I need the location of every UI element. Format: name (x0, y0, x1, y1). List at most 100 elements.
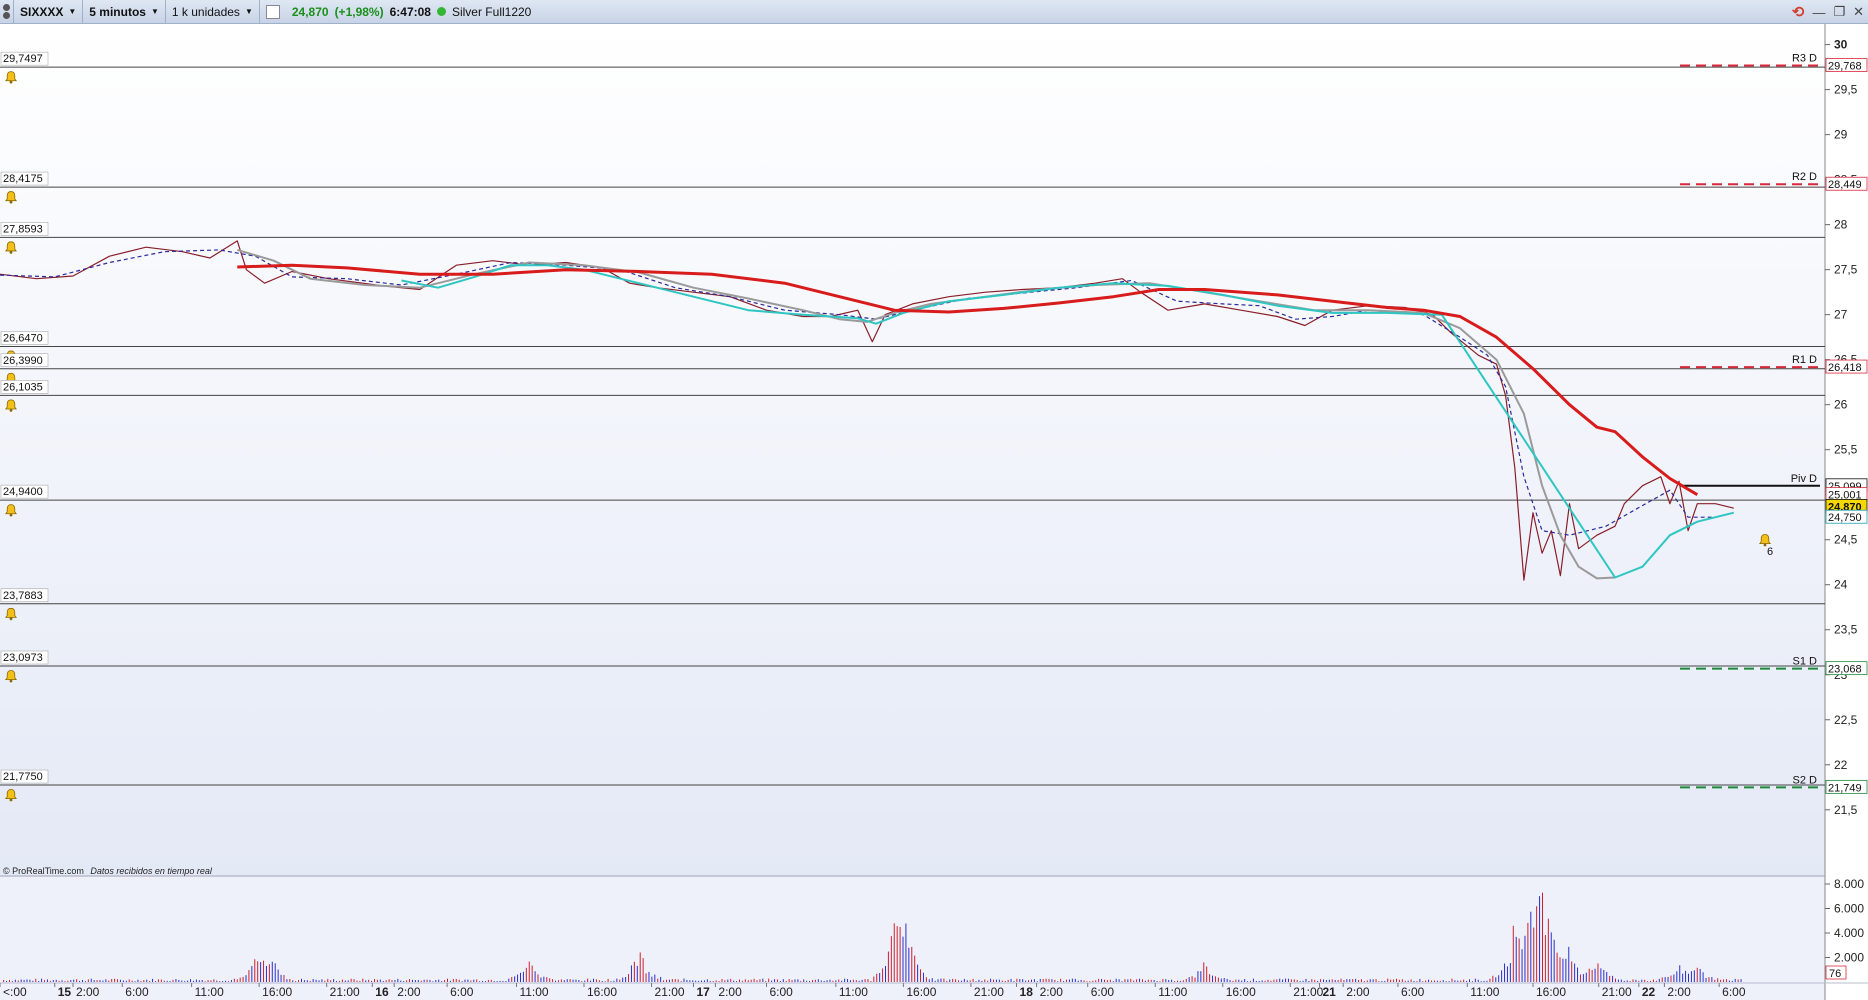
chevron-down-icon: ▼ (68, 7, 77, 16)
trading-chart-window: SIXXXX ▼ 5 minutos ▼ 1 k unidades ▼ 24,8… (0, 0, 1868, 1000)
pivot-value: 28,449 (1828, 179, 1862, 191)
x-tick-label: 17 (697, 985, 711, 999)
minimize-icon[interactable]: — (1812, 5, 1825, 20)
level-label: 21,7750 (3, 771, 43, 783)
realtime-label: Datos recibidos en tiempo real (90, 866, 213, 876)
x-tick-label: 21 (1322, 985, 1336, 999)
y-tick-label: 22 (1834, 758, 1848, 772)
chevron-down-icon: ▼ (150, 7, 159, 16)
y-tick-label: 27,5 (1834, 263, 1858, 277)
x-tick-label: 15 (58, 985, 72, 999)
x-tick-label: 18 (1020, 985, 1034, 999)
drag-handle-icon[interactable] (0, 0, 14, 24)
y-tick-label: 22,5 (1834, 713, 1858, 727)
x-tick-label: 16:00 (906, 985, 936, 999)
interval-label: 5 minutos (89, 4, 146, 19)
x-tick-label: 16:00 (1536, 985, 1566, 999)
level-label: 23,7883 (3, 590, 43, 602)
alert-count: 6 (1767, 546, 1773, 558)
quote-time: 6:47:08 (389, 4, 431, 19)
last-price: 24,870 (291, 4, 329, 19)
x-tick-label: 21:00 (1293, 985, 1323, 999)
y-tick-label: 23,5 (1834, 623, 1858, 637)
x-tick-label: 6:00 (1722, 985, 1746, 999)
x-tick-label: 6:00 (450, 985, 474, 999)
x-tick-label: 2:00 (1346, 985, 1370, 999)
volume-tick-label: 4.000 (1834, 926, 1864, 940)
x-tick-label: 11:00 (195, 985, 224, 999)
x-tick-label: 11:00 (1158, 985, 1187, 999)
volume-tick-label: 8.000 (1834, 877, 1864, 891)
chevron-down-icon: ▼ (244, 7, 253, 16)
level-label: 23,0973 (3, 652, 43, 664)
y-tick-label: 30 (1834, 38, 1848, 52)
volume-value: 76 (1829, 968, 1841, 980)
y-tick-label: 29,5 (1834, 83, 1858, 97)
pivot-value: 29,768 (1828, 60, 1862, 72)
pivot-name: S2 D (1793, 774, 1818, 786)
close-icon[interactable]: ✕ (1853, 4, 1864, 20)
y-tick-label: 26 (1834, 398, 1848, 412)
y-tick-label: 21,5 (1834, 803, 1858, 817)
x-tick-label: 2:00 (1667, 985, 1691, 999)
volume-tick-label: 2.000 (1834, 951, 1864, 965)
x-tick-label: 2:00 (1040, 985, 1064, 999)
pivot-value: 23,068 (1828, 664, 1862, 676)
y-tick-label: 24,5 (1834, 533, 1858, 547)
price-change: (+1,98%) (334, 4, 384, 19)
x-tick-label: 11:00 (519, 985, 548, 999)
units-selector[interactable]: 1 k unidades ▼ (166, 0, 260, 24)
x-tick-label: 21:00 (330, 985, 360, 999)
pivot-name: R1 D (1792, 354, 1817, 366)
x-tick-label: 21:00 (655, 985, 685, 999)
y-tick-label: 25,5 (1834, 443, 1858, 457)
y-tick-label: 29 (1834, 128, 1848, 142)
x-tick-label: 21:00 (974, 985, 1004, 999)
pivot-value: 26,418 (1828, 362, 1862, 374)
level-label: 26,3990 (3, 355, 43, 367)
pivot-name: R2 D (1792, 171, 1817, 183)
value-tag: 24,750 (1828, 512, 1862, 524)
sync-icon[interactable]: ⟲ (1792, 3, 1805, 21)
x-tick-label: 2:00 (718, 985, 742, 999)
pivot-value: 21,749 (1828, 782, 1862, 794)
volume-tick-label: 6.000 (1834, 902, 1864, 916)
level-label: 26,1035 (3, 381, 43, 393)
instrument-selector[interactable]: SIXXXX ▼ (14, 0, 84, 24)
x-tick-label: 6:00 (1091, 985, 1115, 999)
quote-info: 24,870 (+1,98%) 6:47:08 Silver Full1220 (260, 0, 537, 24)
level-label: 26,6470 (3, 332, 43, 344)
x-tick-label: 22 (1642, 985, 1656, 999)
units-label: 1 k unidades (171, 4, 240, 19)
price-chart[interactable]: 3029,52928,52827,52726,52625,52524,52423… (0, 24, 1868, 1000)
window-controls: ⟲ — ❐ ✕ (1792, 0, 1864, 24)
instrument-label: SIXXXX (20, 4, 64, 19)
copyright-text: © ProRealTime.com Datos recibidos en tie… (3, 866, 213, 876)
x-tick-label: 2:00 (397, 985, 421, 999)
x-tick-label: 16 (375, 985, 389, 999)
x-tick-label: 11:00 (1470, 985, 1499, 999)
x-tick-label: 11:00 (839, 985, 868, 999)
restore-icon[interactable]: ❐ (1833, 4, 1845, 20)
copyright-label: © ProRealTime.com (3, 866, 84, 876)
pivot-name: S1 D (1793, 656, 1818, 668)
connection-status-icon (436, 7, 446, 16)
checkbox-icon[interactable] (265, 4, 280, 19)
chart-toolbar: SIXXXX ▼ 5 minutos ▼ 1 k unidades ▼ 24,8… (0, 0, 1868, 24)
x-tick-label: 16:00 (1226, 985, 1256, 999)
level-label: 24,9400 (3, 486, 43, 498)
account-label: Silver Full1220 (451, 4, 532, 19)
x-tick-label: 6:00 (1401, 985, 1425, 999)
x-tick-label: 21:00 (1602, 985, 1632, 999)
level-label: 27,8593 (3, 223, 43, 235)
pivot-name: R3 D (1792, 52, 1817, 64)
y-tick-label: 28 (1834, 218, 1848, 232)
y-tick-label: 27 (1834, 308, 1848, 322)
x-tick-label: 2:00 (76, 985, 100, 999)
interval-selector[interactable]: 5 minutos ▼ (83, 0, 166, 24)
level-label: 28,4175 (3, 173, 43, 185)
y-tick-label: 24 (1834, 578, 1848, 592)
pivot-name: Piv D (1791, 473, 1817, 485)
x-tick-label: <:00 (3, 985, 27, 999)
x-tick-label: 16:00 (587, 985, 617, 999)
